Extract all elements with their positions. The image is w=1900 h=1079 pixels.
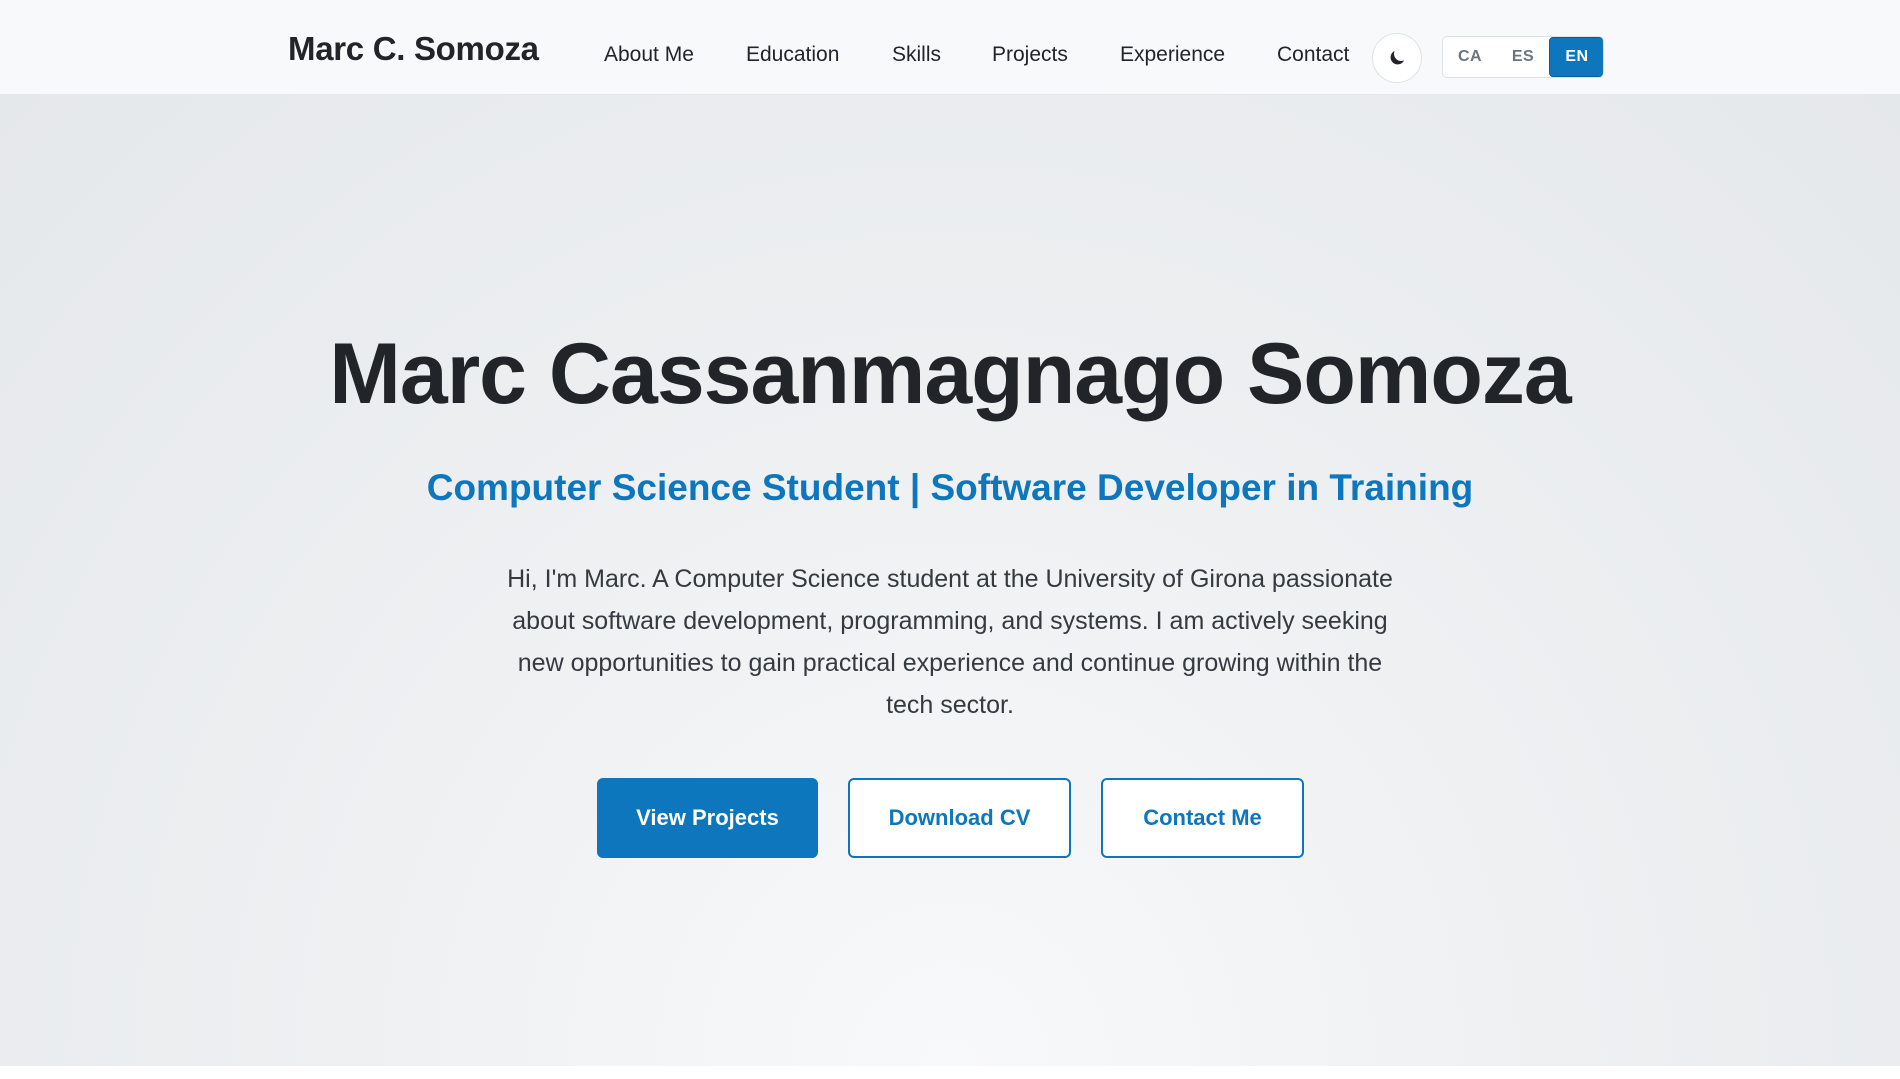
language-switcher: CA ES EN [1442,36,1604,78]
hero-subtitle: Computer Science Student | Software Deve… [426,467,1474,508]
hero-title: Marc Cassanmagnago Somoza [329,326,1571,422]
contact-me-button[interactable]: Contact Me [1101,778,1304,858]
moon-icon [1390,50,1405,65]
view-projects-button[interactable]: View Projects [597,778,818,858]
lang-button-es[interactable]: ES [1497,37,1549,77]
download-cv-button[interactable]: Download CV [848,778,1071,858]
lang-button-en[interactable]: EN [1549,37,1603,77]
page-bottom-edge [0,1066,1900,1079]
navbar: Marc C. Somoza About Me Education Skills… [0,0,1900,95]
nav-link-skills[interactable]: Skills [892,44,941,65]
hero-bio: Hi, I'm Marc. A Computer Science student… [507,565,1393,719]
nav-link-about[interactable]: About Me [604,44,694,65]
theme-toggle-button[interactable] [1372,33,1422,83]
hero-actions: View Projects Download CV Contact Me [0,778,1900,858]
lang-button-ca[interactable]: CA [1443,37,1497,77]
main-nav: About Me Education Skills Projects Exper… [0,0,1900,95]
brand-logo[interactable]: Marc C. Somoza [288,30,539,67]
hero-section: Marc Cassanmagnago Somoza Computer Scien… [0,95,1900,1066]
nav-link-experience[interactable]: Experience [1120,44,1225,65]
nav-link-contact[interactable]: Contact [1277,44,1349,65]
nav-link-education[interactable]: Education [746,44,839,65]
nav-link-projects[interactable]: Projects [992,44,1068,65]
